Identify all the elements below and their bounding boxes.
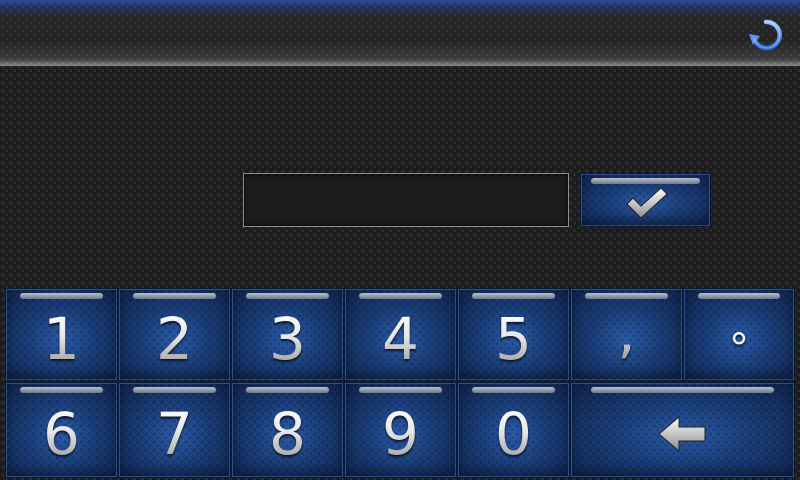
- key-highlight: [246, 387, 329, 393]
- key-0[interactable]: 0: [457, 382, 570, 478]
- back-button[interactable]: [746, 16, 786, 56]
- key-comma[interactable]: ,: [570, 288, 683, 381]
- checkmark-icon: [625, 187, 668, 219]
- key-highlight: [359, 293, 442, 299]
- key-label: 9: [382, 400, 419, 468]
- key-2[interactable]: 2: [118, 288, 231, 381]
- key-6[interactable]: 6: [5, 382, 118, 478]
- key-9[interactable]: 9: [344, 382, 457, 478]
- key-highlight: [591, 387, 774, 393]
- key-highlight: [133, 293, 216, 299]
- key-8[interactable]: 8: [231, 382, 344, 478]
- key-4[interactable]: 4: [344, 288, 457, 381]
- key-label: ,: [617, 297, 636, 366]
- key-label: 7: [156, 400, 193, 468]
- backspace-button[interactable]: [570, 382, 795, 478]
- key-highlight: [698, 293, 780, 299]
- key-highlight: [20, 293, 103, 299]
- key-degree[interactable]: °: [683, 288, 795, 381]
- key-label: 5: [495, 304, 532, 373]
- top-bar: [0, 0, 800, 66]
- refresh-back-icon: [749, 19, 782, 51]
- key-label: 2: [156, 304, 193, 373]
- key-highlight: [472, 293, 555, 299]
- key-label: °: [729, 325, 749, 372]
- key-label: 0: [495, 400, 532, 468]
- confirm-button[interactable]: [580, 173, 711, 227]
- key-label: 3: [269, 304, 306, 373]
- key-highlight: [359, 387, 442, 393]
- key-3[interactable]: 3: [231, 288, 344, 381]
- key-highlight: [246, 293, 329, 299]
- key-highlight: [20, 387, 103, 393]
- key-highlight: [133, 387, 216, 393]
- key-1[interactable]: 1: [5, 288, 118, 381]
- entry-input[interactable]: [243, 173, 569, 227]
- key-label: 8: [269, 400, 306, 468]
- key-label: 4: [382, 304, 419, 373]
- backspace-arrow-icon: [657, 415, 705, 453]
- key-7[interactable]: 7: [118, 382, 231, 478]
- key-5[interactable]: 5: [457, 288, 570, 381]
- key-label: 1: [43, 304, 80, 373]
- key-label: 6: [43, 400, 80, 468]
- key-highlight: [472, 387, 555, 393]
